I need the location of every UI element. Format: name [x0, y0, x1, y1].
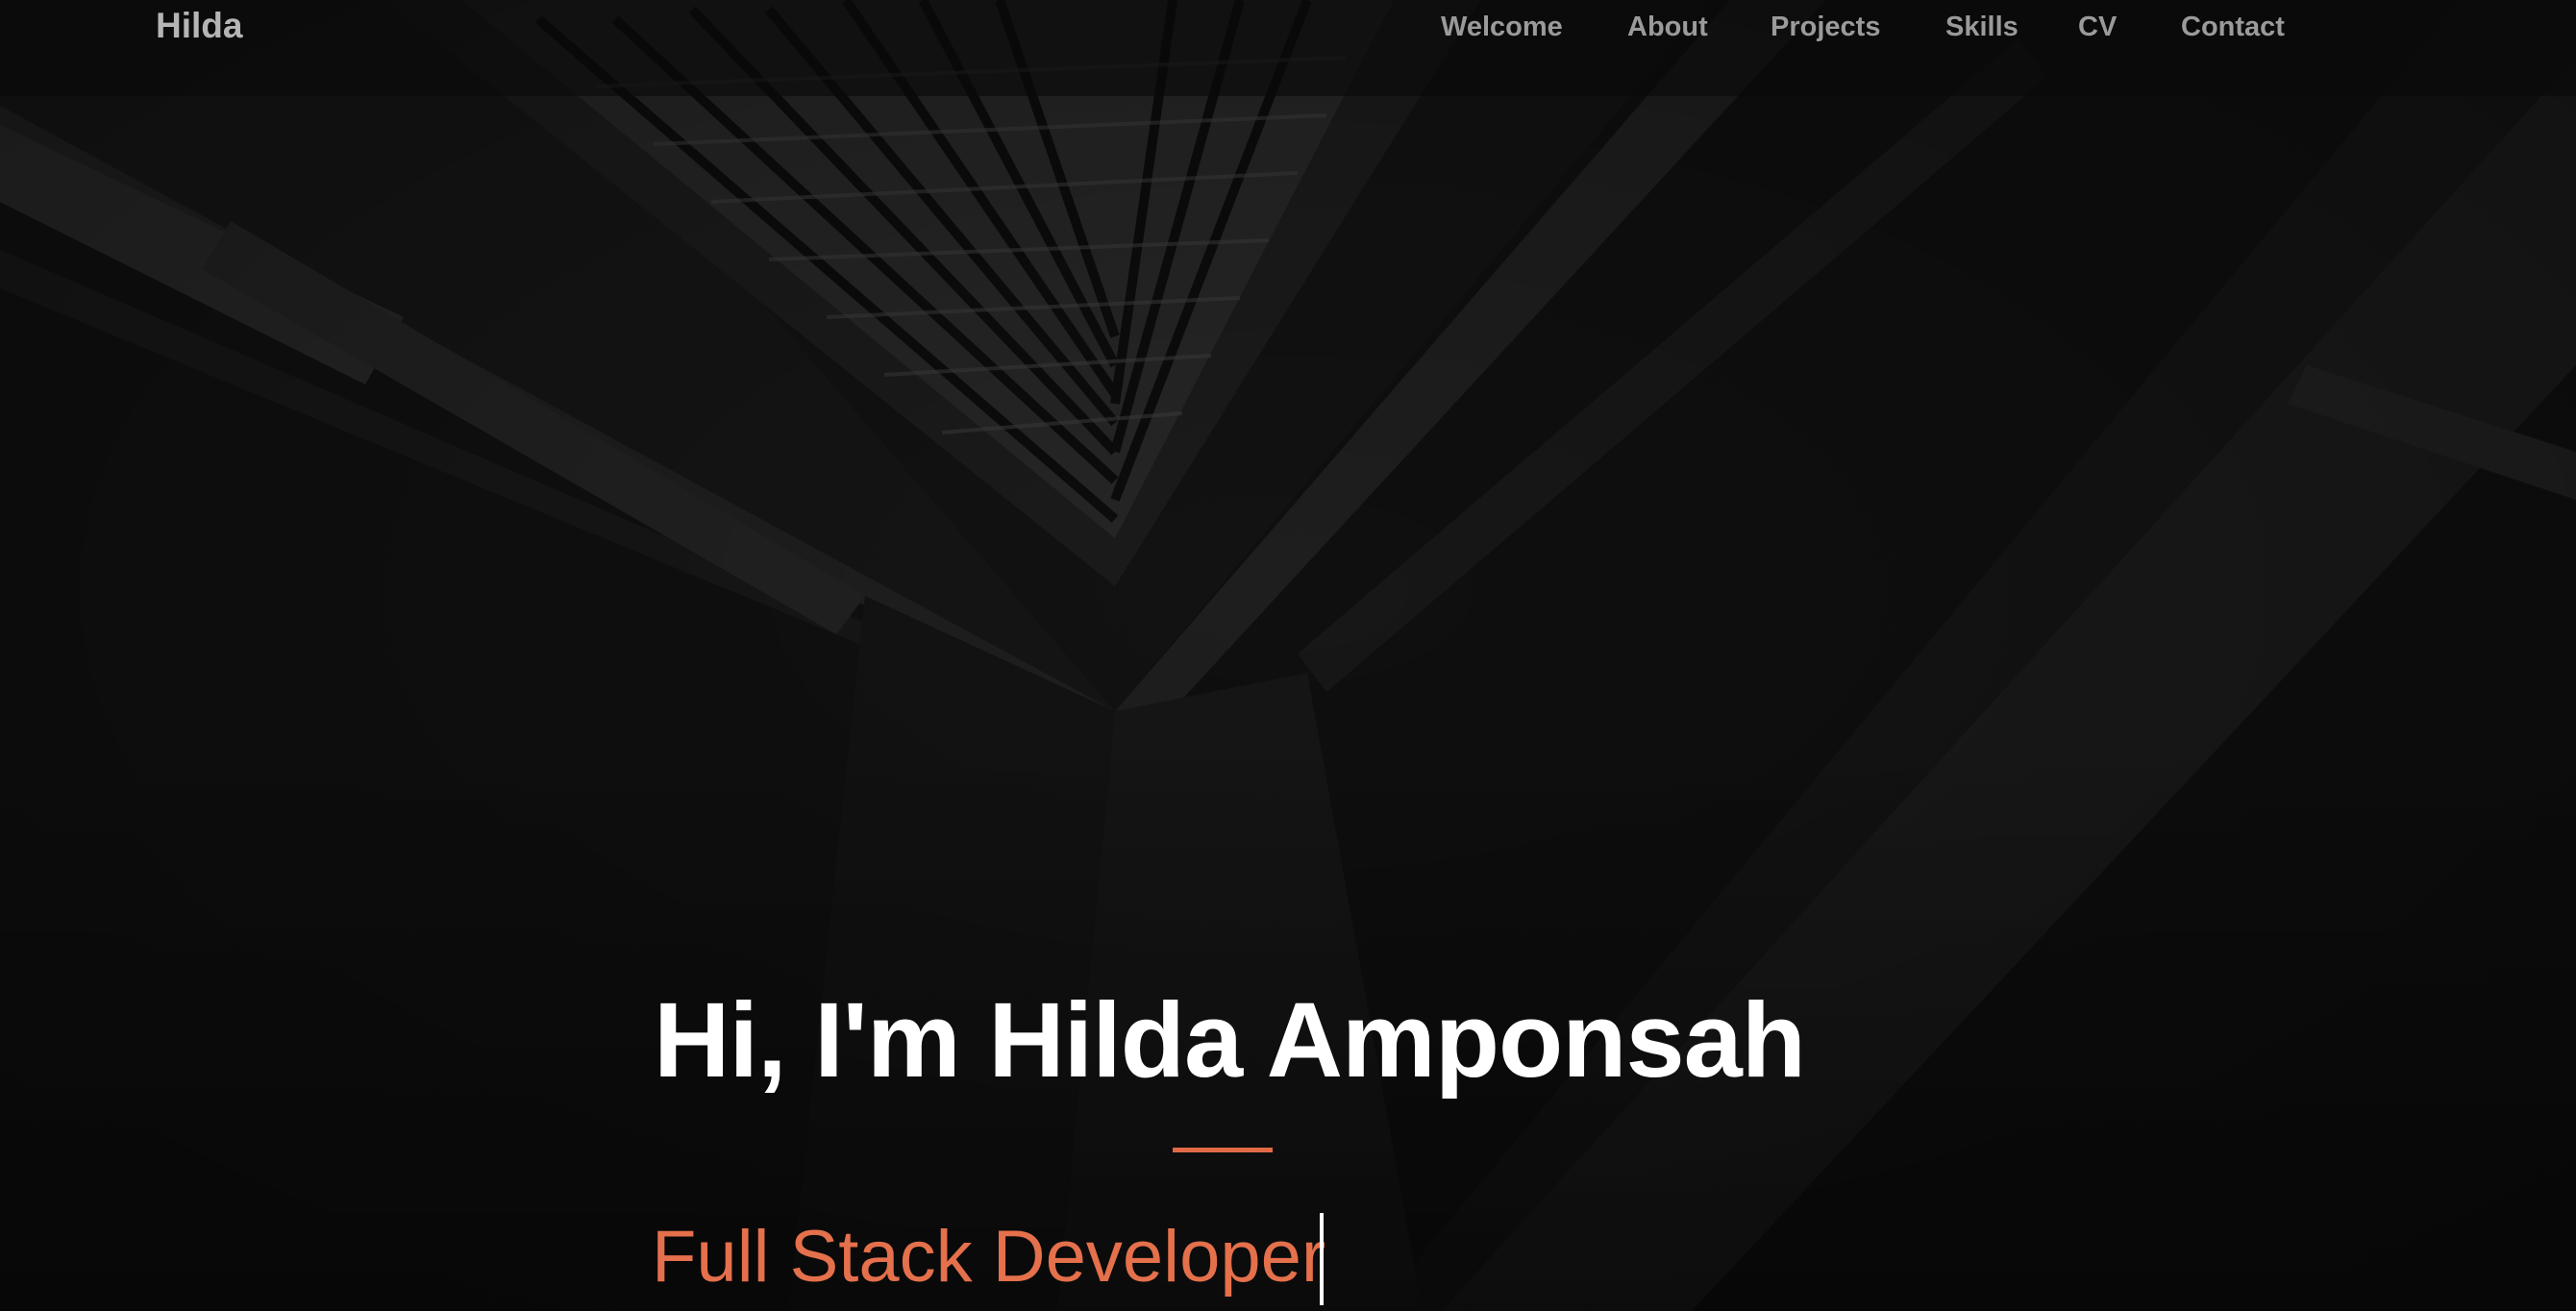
- hero-subtitle-typed: Full Stack Developer: [652, 1216, 1326, 1298]
- typing-cursor: [1320, 1213, 1324, 1305]
- nav-link-projects[interactable]: Projects: [1771, 12, 1880, 43]
- nav-link-about[interactable]: About: [1627, 12, 1708, 43]
- nav-link-contact[interactable]: Contact: [2181, 12, 2285, 43]
- nav-link-skills[interactable]: Skills: [1945, 12, 2019, 43]
- top-navbar: Hilda Welcome About Projects Skills CV C…: [0, 0, 2576, 96]
- hero-background-image: [0, 0, 2576, 1311]
- accent-divider: [1173, 1148, 1273, 1152]
- hero-title: Hi, I'm Hilda Amponsah: [654, 981, 1806, 1100]
- nav-links: Welcome About Projects Skills CV Contact: [0, 12, 2576, 50]
- portfolio-page: Hilda Welcome About Projects Skills CV C…: [0, 0, 2576, 1311]
- nav-link-welcome[interactable]: Welcome: [1441, 12, 1563, 43]
- nav-link-cv[interactable]: CV: [2078, 12, 2117, 43]
